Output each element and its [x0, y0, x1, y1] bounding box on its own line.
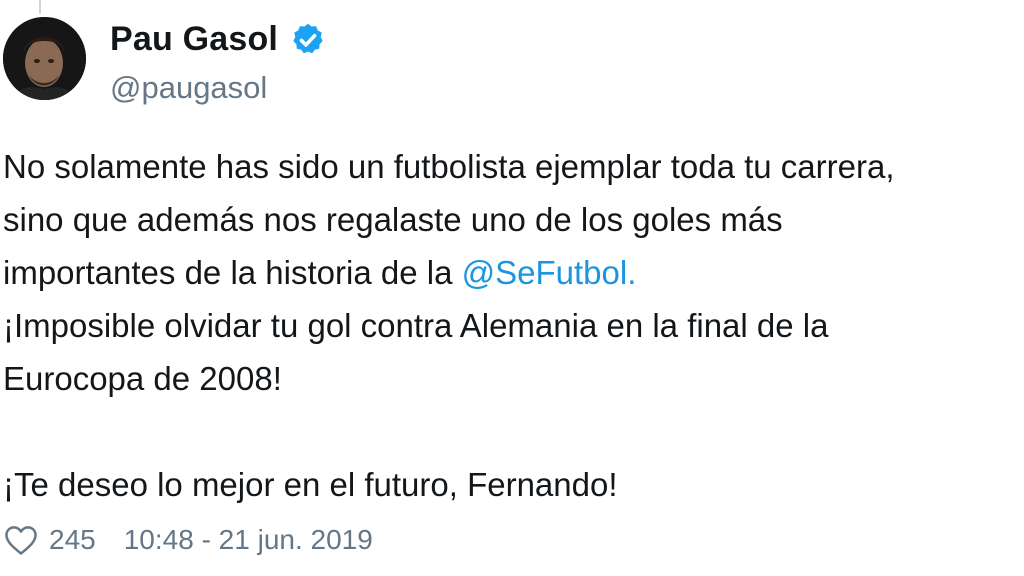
avatar-image [3, 17, 86, 100]
tweet-line: Eurocopa de 2008! [3, 360, 282, 397]
tweet-text: No solamente has sido un futbolista ejem… [3, 140, 1024, 511]
verified-badge-icon [293, 23, 323, 53]
tweet-card: Pau Gasol @paugasol No solamente has sid… [0, 0, 1024, 576]
tweet-footer: 245 10:48 - 21 jun. 2019 [3, 522, 373, 558]
avatar[interactable] [3, 17, 86, 100]
mention-tail: . [627, 254, 637, 291]
heart-icon[interactable] [3, 524, 39, 556]
tweet-closing-line: ¡Te deseo lo mejor en el futuro, Fernand… [3, 466, 618, 503]
thread-connector [39, 0, 41, 14]
tweet-line-text: importantes de la historia de la [3, 254, 462, 291]
display-name[interactable]: Pau Gasol [110, 20, 278, 59]
paragraph-break [3, 405, 1024, 458]
mention-link[interactable]: @SeFutbol [462, 254, 628, 291]
user-handle[interactable]: @paugasol [110, 70, 267, 106]
tweet-line: No solamente has sido un futbolista ejem… [3, 148, 895, 185]
like-count[interactable]: 245 [49, 524, 96, 556]
tweet-line: sino que además nos regalaste uno de los… [3, 201, 783, 238]
tweet-line-with-mention: importantes de la historia de la @SeFutb… [3, 246, 1024, 299]
tweet-line: ¡Imposible olvidar tu gol contra Alemani… [3, 307, 829, 344]
tweet-timestamp[interactable]: 10:48 - 21 jun. 2019 [124, 524, 373, 556]
user-name-row: Pau Gasol [110, 20, 326, 59]
